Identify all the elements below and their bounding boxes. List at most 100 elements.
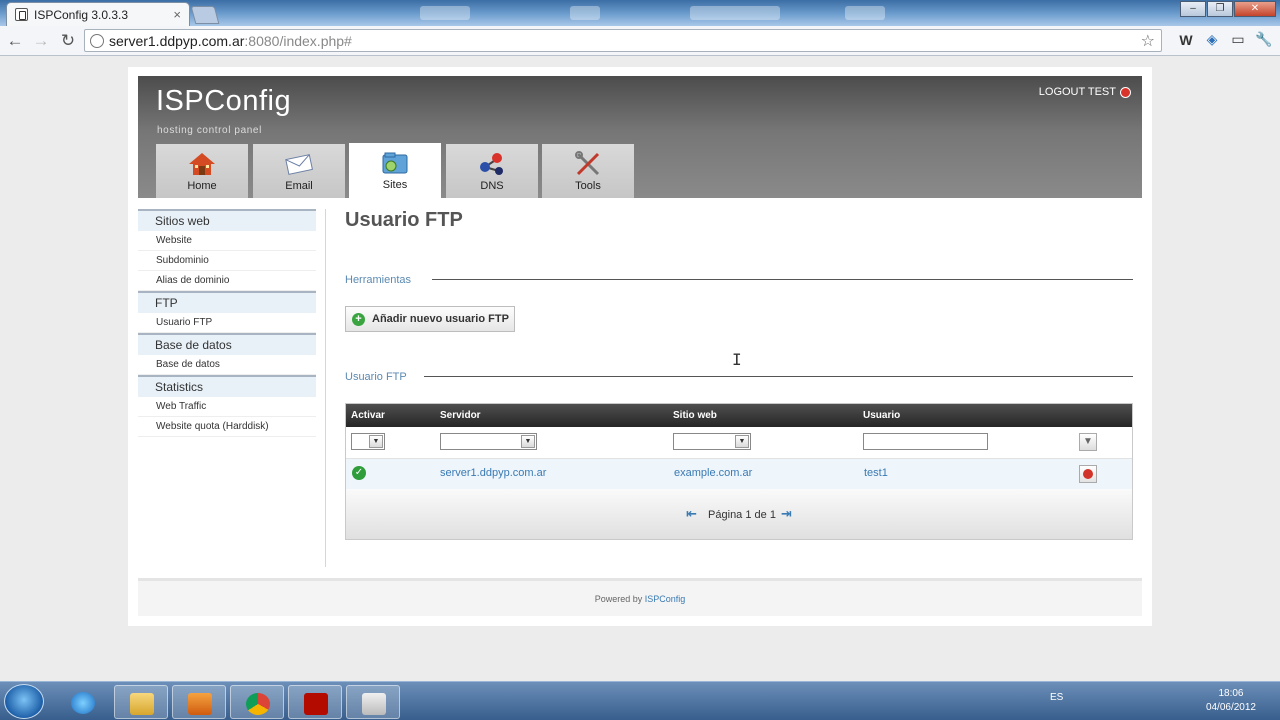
- tab-email[interactable]: Email: [253, 144, 345, 198]
- tab-home-label: Home: [187, 180, 217, 192]
- tab-email-label: Email: [285, 180, 313, 192]
- filter-row: ▼ ▼ ▼ ▼: [346, 427, 1132, 459]
- minimize-button[interactable]: –: [1180, 1, 1206, 17]
- extension-icons: W ◈ ▭ 🔧: [1176, 31, 1274, 48]
- tab-home[interactable]: Home: [156, 144, 248, 198]
- window-icon: [362, 693, 386, 715]
- filter-sitio-web-select[interactable]: ▼: [673, 433, 751, 450]
- browser-tab[interactable]: ISPConfig 3.0.3.3 ×: [6, 2, 190, 26]
- logout-link[interactable]: LOGOUT TEST: [1039, 86, 1131, 98]
- sidebar-item-usuario-ftp[interactable]: Usuario FTP: [138, 313, 316, 333]
- sidebar-section-ftp: FTP: [138, 291, 316, 313]
- sidebar-section-statistics: Statistics: [138, 375, 316, 397]
- app-logo: ISPConfig: [156, 85, 292, 117]
- language-indicator[interactable]: ES: [1050, 692, 1063, 703]
- logout-label: LOGOUT TEST: [1038, 86, 1116, 98]
- app-header: ISPConfig hosting control panel LOGOUT T…: [138, 76, 1142, 198]
- tab-sites[interactable]: Sites: [349, 143, 441, 198]
- last-page-icon[interactable]: ⇥: [781, 506, 792, 521]
- blurred-tab: [690, 6, 780, 20]
- table-row[interactable]: ✓ server1.ddpyp.com.ar example.com.ar te…: [346, 459, 1132, 489]
- tools-wrench-icon: [573, 151, 603, 177]
- tab-sites-label: Sites: [382, 179, 408, 191]
- ispconfig-page: ISPConfig hosting control panel LOGOUT T…: [128, 67, 1152, 626]
- chevron-down-icon: ▼: [369, 435, 383, 448]
- chevron-down-icon: ▼: [735, 435, 749, 448]
- first-page-icon[interactable]: ⇤: [686, 506, 697, 521]
- add-plus-icon: +: [352, 312, 365, 326]
- reload-icon[interactable]: ↻: [57, 30, 79, 52]
- browser-toolbar: ← → ↻ server1.ddpyp.com.ar:8080/index.ph…: [0, 26, 1280, 56]
- envelope-icon: [284, 151, 314, 177]
- add-ftp-user-button[interactable]: + Añadir nuevo usuario FTP: [345, 306, 515, 332]
- folder-icon: [130, 693, 154, 715]
- filter-servidor-select[interactable]: ▼: [440, 433, 537, 450]
- app-subtitle: hosting control panel: [157, 125, 262, 136]
- pagination: ⇤ Página 1 de 1 ⇥: [346, 489, 1132, 539]
- tab-tools-label: Tools: [575, 180, 601, 192]
- media-taskbar-button[interactable]: [172, 685, 226, 719]
- wrench-icon[interactable]: 🔧: [1254, 31, 1274, 48]
- filter-funnel-icon[interactable]: ▼: [1079, 433, 1097, 451]
- cell-usuario[interactable]: test1: [864, 467, 888, 479]
- url-path: :8080/index.php#: [244, 32, 352, 49]
- blurred-tab: [420, 6, 470, 20]
- page-scrollbar[interactable]: [1272, 57, 1280, 681]
- network-nodes-icon: [477, 151, 507, 177]
- filter-usuario-input[interactable]: [863, 433, 988, 450]
- tab-dns[interactable]: DNS: [446, 144, 538, 198]
- forward-arrow-icon[interactable]: →: [30, 30, 52, 52]
- media-player-icon: [188, 693, 212, 715]
- ftp-user-table: Activar Servidor Sitio web Usuario ▼ ▼ ▼…: [345, 403, 1133, 540]
- globe-icon: [90, 34, 104, 48]
- address-bar[interactable]: server1.ddpyp.com.ar:8080/index.php# ☆: [84, 29, 1162, 52]
- sidebar-item-subdominio[interactable]: Subdominio: [138, 251, 316, 271]
- cell-sitio-web[interactable]: example.com.ar: [674, 467, 752, 479]
- col-sitio-web[interactable]: Sitio web: [673, 410, 717, 421]
- col-usuario[interactable]: Usuario: [863, 410, 900, 421]
- cell-servidor[interactable]: server1.ddpyp.com.ar: [440, 467, 546, 479]
- chrome-taskbar-button[interactable]: [230, 685, 284, 719]
- window-controls: – ❐ ✕: [1179, 1, 1276, 17]
- col-servidor[interactable]: Servidor: [440, 410, 481, 421]
- list-divider: [424, 376, 1133, 377]
- window-close-button[interactable]: ✕: [1234, 1, 1276, 17]
- sidebar-item-web-traffic[interactable]: Web Traffic: [138, 397, 316, 417]
- sidebar-item-website-quota[interactable]: Website quota (Harddisk): [138, 417, 316, 437]
- tools-legend: Herramientas: [345, 274, 412, 286]
- clock[interactable]: 18:06 04/06/2012: [1206, 687, 1256, 715]
- puzzle-extension-icon[interactable]: ◈: [1202, 31, 1222, 48]
- sidebar-item-base-de-datos[interactable]: Base de datos: [138, 355, 316, 375]
- sidebar-section-base-de-datos: Base de datos: [138, 333, 316, 355]
- maximize-button[interactable]: ❐: [1207, 1, 1233, 17]
- footer-text: Powered by: [594, 594, 643, 604]
- sidebar-section-sitios-web: Sitios web: [138, 209, 316, 231]
- clock-date: 04/06/2012: [1205, 702, 1256, 713]
- sites-folder-icon: [380, 150, 410, 176]
- sidebar-item-alias-de-dominio[interactable]: Alias de dominio: [138, 271, 316, 291]
- back-arrow-icon[interactable]: ←: [4, 30, 26, 52]
- browser-tab-title: ISPConfig 3.0.3.3: [34, 7, 129, 22]
- page-footer: Powered by ISPConfig: [138, 578, 1142, 616]
- page-menu-icon[interactable]: ▭: [1228, 31, 1248, 48]
- add-ftp-user-label: Añadir nuevo usuario FTP: [372, 313, 509, 325]
- w-extension-icon[interactable]: W: [1176, 32, 1196, 48]
- ie-taskbar-button[interactable]: [56, 685, 110, 719]
- start-button[interactable]: [4, 684, 44, 719]
- new-tab-button[interactable]: [190, 6, 220, 24]
- delete-icon[interactable]: [1079, 465, 1097, 483]
- windows-taskbar: ES 18:06 04/06/2012: [0, 681, 1280, 720]
- tab-close-icon[interactable]: ×: [173, 7, 181, 22]
- window-taskbar-button[interactable]: [346, 685, 400, 719]
- sidebar-item-website[interactable]: Website: [138, 231, 316, 251]
- list-legend: Usuario FTP: [345, 371, 407, 383]
- explorer-taskbar-button[interactable]: [114, 685, 168, 719]
- footer-link[interactable]: ISPConfig: [645, 594, 686, 604]
- browser-titlebar: ISPConfig 3.0.3.3 × – ❐ ✕: [0, 0, 1280, 26]
- table-header: Activar Servidor Sitio web Usuario: [346, 404, 1132, 427]
- bookmark-star-icon[interactable]: ☆: [1141, 31, 1155, 51]
- acrobat-taskbar-button[interactable]: [288, 685, 342, 719]
- tab-tools[interactable]: Tools: [542, 144, 634, 198]
- col-activar[interactable]: Activar: [351, 410, 385, 421]
- filter-activar-select[interactable]: ▼: [351, 433, 385, 450]
